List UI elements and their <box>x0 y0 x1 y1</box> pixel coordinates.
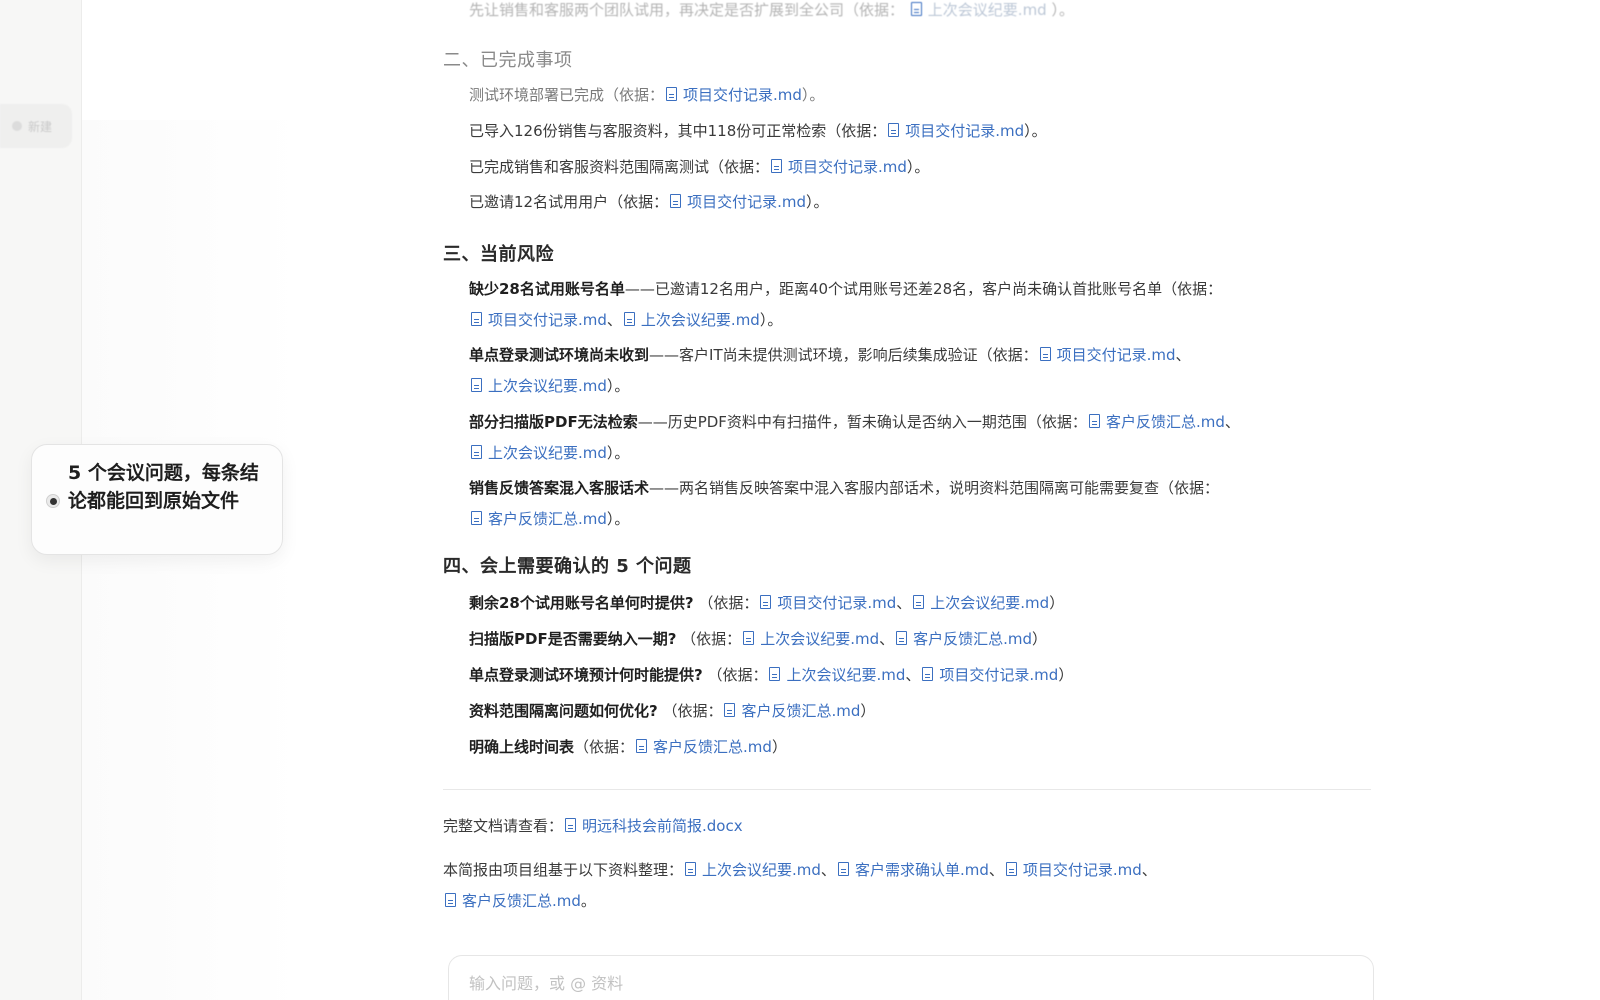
sources-line-continuation: 客户反馈汇总.md。 <box>443 890 596 912</box>
file-link[interactable]: 客户反馈汇总.md <box>469 510 607 528</box>
list-item-continuation: 上次会议纪要.md）。 <box>469 442 629 464</box>
docx-file-link[interactable]: 明远科技会前简报.docx <box>563 817 743 835</box>
section-title-questions: 四、会上需要确认的 5 个问题 <box>443 556 692 577</box>
file-link[interactable]: 项目交付记录.md <box>886 122 1024 140</box>
list-item: 资料范围隔离问题如何优化? （依据： 客户反馈汇总.md） <box>469 702 876 720</box>
list-item: 已邀请12名试用用户（依据： 项目交付记录.md）。 <box>469 193 829 211</box>
list-item: 已完成销售和客服资料范围隔离测试（依据： 项目交付记录.md）。 <box>469 158 930 176</box>
sidebar-item-new[interactable]: 新建 <box>0 104 72 148</box>
bullet-icon <box>46 494 60 508</box>
side-panel-shadow <box>82 120 302 1000</box>
file-icon <box>769 667 781 681</box>
file-icon <box>471 511 482 525</box>
file-icon <box>670 194 682 208</box>
question-input[interactable] <box>469 974 1353 993</box>
list-item: 单点登录测试环境尚未收到——客户IT尚未提供测试环境，影响后续集成验证（依据：项… <box>469 346 1191 364</box>
file-link[interactable]: 客户反馈汇总.md <box>722 702 860 720</box>
file-link[interactable]: 项目交付记录.md <box>758 594 896 612</box>
file-icon <box>636 739 648 753</box>
file-link[interactable]: 项目交付记录.md <box>1004 861 1142 879</box>
list-item: 剩余28个试用账号名单何时提供? （依据： 项目交付记录.md、 上次会议纪要.md… <box>469 594 1065 612</box>
file-link[interactable]: 客户反馈汇总.md <box>894 630 1032 648</box>
list-item: 已导入126份销售与客服资料，其中118份可正常检索（依据： 项目交付记录.md）… <box>469 122 1047 140</box>
file-link[interactable]: 项目交付记录.md <box>664 86 802 104</box>
doc-line-faded: 先让销售和客服两个团队试用，再决定是否扩展到全公司（依据： 上次会议纪要.md … <box>469 0 1074 20</box>
list-item: 明确上线时间表（依据： 客户反馈汇总.md） <box>469 738 787 756</box>
file-link[interactable]: 上次会议纪要.md <box>911 594 1049 612</box>
list-item: 测试环境部署已完成（依据： 项目交付记录.md）。 <box>469 86 825 104</box>
file-icon <box>896 631 908 645</box>
list-item-continuation: 客户反馈汇总.md）。 <box>469 508 629 530</box>
list-item: 部分扫描版PDF无法检索——历史PDF资料中有扫描件，暂未确认是否纳入一期范围（… <box>469 413 1240 431</box>
file-link[interactable]: 上次会议纪要.md <box>909 1 1047 19</box>
file-icon <box>1039 347 1051 361</box>
file-icon <box>771 159 783 173</box>
list-item-continuation: 上次会议纪要.md）。 <box>469 375 629 397</box>
file-link[interactable]: 项目交付记录.md <box>920 666 1058 684</box>
file-icon <box>837 862 849 876</box>
file-link[interactable]: 项目交付记录.md <box>769 158 907 176</box>
full-doc-line: 完整文档请查看： 明远科技会前简报.docx <box>443 817 743 835</box>
file-link[interactable]: 上次会议纪要.md <box>469 444 607 462</box>
file-link[interactable]: 项目交付记录.md <box>1038 346 1176 364</box>
divider <box>443 789 1371 790</box>
file-icon <box>1005 862 1017 876</box>
file-icon <box>922 667 934 681</box>
file-link[interactable]: 客户反馈汇总.md <box>1087 413 1225 431</box>
sidebar-item-label: 新建 <box>28 119 53 134</box>
file-icon <box>623 312 635 326</box>
file-icon <box>1088 414 1100 428</box>
file-icon <box>471 312 482 326</box>
list-item: 缺少28名试用账号名单——已邀请12名用户，距离40个试用账号还差28名，客户尚… <box>469 280 1223 298</box>
plus-icon <box>12 121 22 131</box>
chat-input-box <box>448 955 1374 1000</box>
file-icon <box>910 2 922 16</box>
file-icon <box>565 818 577 832</box>
file-link[interactable]: 客户反馈汇总.md <box>634 738 772 756</box>
file-link[interactable]: 上次会议纪要.md <box>622 311 760 329</box>
file-icon <box>888 123 900 137</box>
list-item-continuation: 项目交付记录.md、 上次会议纪要.md）。 <box>469 309 782 331</box>
sources-line: 本简报由项目组基于以下资料整理： 上次会议纪要.md、 客户需求确认单.md、 项目交… <box>443 861 1157 879</box>
list-item: 销售反馈答案混入客服话术——两名销售反映答案中混入客服内部话术，说明资料范围隔离… <box>469 479 1220 497</box>
list-item: 扫描版PDF是否需要纳入一期? （依据： 上次会议纪要.md、 客户反馈汇总.md） <box>469 630 1048 648</box>
file-icon <box>913 595 925 609</box>
section-title-risks: 三、当前风险 <box>443 244 554 265</box>
file-link[interactable]: 上次会议纪要.md <box>741 630 879 648</box>
file-icon <box>724 703 736 717</box>
file-icon <box>743 631 755 645</box>
file-link[interactable]: 上次会议纪要.md <box>683 861 821 879</box>
list-item: 单点登录测试环境预计何时能提供? （依据： 上次会议纪要.md、 项目交付记录.md… <box>469 666 1074 684</box>
callout-text: 5 个会议问题，每条结论都能回到原始文件 <box>68 462 259 512</box>
highlight-callout: 5 个会议问题，每条结论都能回到原始文件 <box>31 444 283 555</box>
file-link[interactable]: 客户需求确认单.md <box>836 861 989 879</box>
file-icon <box>760 595 772 609</box>
line-text: 先让销售和客服两个团队试用，再决定是否扩展到全公司（依据： <box>469 1 905 19</box>
file-link[interactable]: 客户反馈汇总.md <box>443 892 581 910</box>
file-icon <box>685 862 697 876</box>
file-icon <box>445 893 456 907</box>
file-link[interactable]: 上次会议纪要.md <box>469 377 607 395</box>
file-link[interactable]: 上次会议纪要.md <box>767 666 905 684</box>
file-link[interactable]: 项目交付记录.md <box>668 193 806 211</box>
file-link[interactable]: 项目交付记录.md <box>469 311 607 329</box>
file-icon <box>471 378 482 392</box>
file-icon <box>471 445 482 459</box>
section-title-completed: 二、已完成事项 <box>443 50 573 71</box>
line-end: ）。 <box>1051 1 1074 19</box>
file-icon <box>666 87 678 101</box>
